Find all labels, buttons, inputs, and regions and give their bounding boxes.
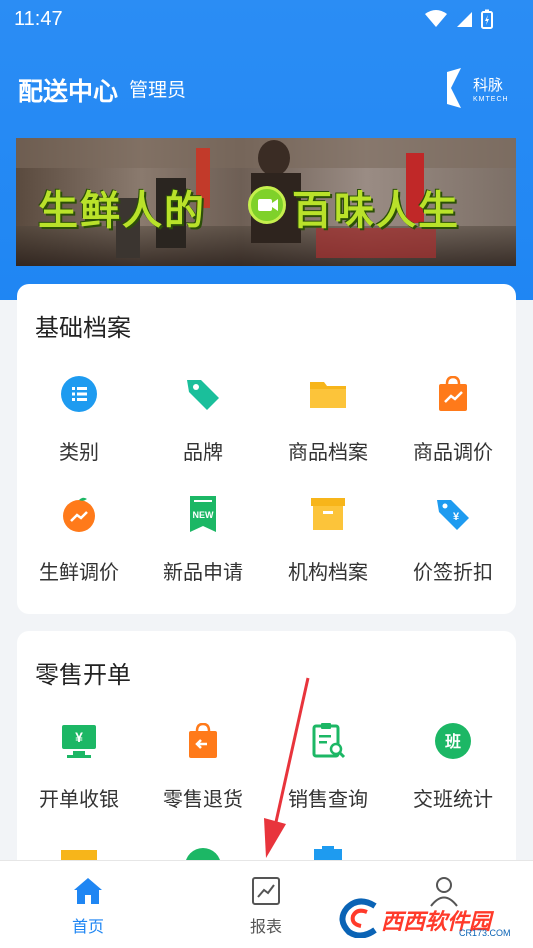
status-icons [425,9,493,29]
home-icon [74,878,102,904]
svg-text:¥: ¥ [453,511,460,523]
banner-text-left: 生鲜人的 [38,187,206,234]
user-role: 管理员 [129,80,187,101]
grid-item-label: 开单收银 [39,789,119,811]
grid-item-sales-query[interactable]: 销售查询 [266,723,390,823]
nav-reports[interactable]: 报表 [216,875,316,937]
grid-item-label: 生鲜调价 [39,562,119,584]
kmtech-logo-icon [447,68,461,108]
fresh-price-icon [63,497,95,532]
tag-icon [187,380,219,410]
brand-sub: KMTECH [473,96,509,103]
section-title: 基础档案 [35,315,131,342]
svg-text:¥: ¥ [75,729,83,745]
play-video-icon[interactable] [248,186,286,224]
banner-text-right: 百味人生 [292,187,460,234]
grid-item-new-product[interactable]: NEW 新品申请 [141,496,265,596]
wifi-icon [425,10,447,27]
cashier-icon: ¥ [62,725,96,758]
grid-item-label: 价签折扣 [413,562,493,584]
grid-item-label: 销售查询 [288,789,368,811]
grid-item-label: 交班统计 [413,789,493,811]
svg-text:班: 班 [445,732,461,751]
shift-icon: 班 [435,723,471,759]
grid-item-label: 商品调价 [413,442,493,464]
grid-item-label: 机构档案 [288,562,368,584]
grid-item-label: 品牌 [183,442,223,464]
archive-box-icon [311,498,345,530]
grid-item-label: 零售退货 [163,789,243,811]
list-icon [61,376,97,412]
brand-name: 科脉 [473,77,504,94]
watermark: 西西软件园 CR173.COM [337,898,527,940]
chart-icon [252,877,280,905]
grid-item-cashier[interactable]: ¥ 开单收银 [17,723,141,823]
status-time: 11:47 [14,8,63,30]
grid-item-product-price[interactable]: 商品调价 [391,376,515,476]
grid-item-org-archive[interactable]: 机构档案 [266,496,390,596]
battery-icon [481,9,493,29]
grid-item-label: 新品申请 [163,562,243,584]
grid-item-category[interactable]: 类别 [17,376,141,476]
promo-banner[interactable]: 生鲜人的 百味人生 [16,138,516,266]
watermark-sub: CR173.COM [459,928,511,938]
grid-item-price-tag-discount[interactable]: ¥ 价签折扣 [391,496,515,596]
grid-item-product-archive[interactable]: 商品档案 [266,376,390,476]
nav-home-label: 首页 [71,919,104,936]
nav-reports-label: 报表 [249,919,282,936]
grid-item-label: 商品档案 [288,442,368,464]
discount-tag-icon: ¥ [437,500,469,530]
page-title: 配送中心 [18,78,119,106]
return-bag-icon [189,723,217,758]
signal-icon [457,12,472,27]
status-bar: 11:47 [0,0,533,38]
grid-item-brand[interactable]: 品牌 [141,376,265,476]
grid-item-label: 类别 [59,442,99,464]
grid-item-fresh-price[interactable]: 生鲜调价 [17,496,141,596]
grid-item-shift-stats[interactable]: 班 交班统计 [391,723,515,823]
watermark-logo-icon [339,898,377,938]
nav-home[interactable]: 首页 [38,875,138,937]
svg-text:NEW: NEW [193,510,215,520]
sales-query-icon [312,723,346,759]
folder-icon [310,382,346,408]
new-product-icon: NEW [190,496,216,532]
app-header: 配送中心 管理员 科脉 KMTECH [0,60,533,116]
grid-item-retail-return[interactable]: 零售退货 [141,723,265,823]
section-title: 零售开单 [35,662,131,689]
brand-logo: 科脉 KMTECH [443,66,515,112]
price-bag-icon [439,376,467,411]
section-basic-archive: 基础档案 类别 品牌 商品档案 商品调价 生鲜调价 NEW 新品申请 机构档案 [17,284,516,614]
